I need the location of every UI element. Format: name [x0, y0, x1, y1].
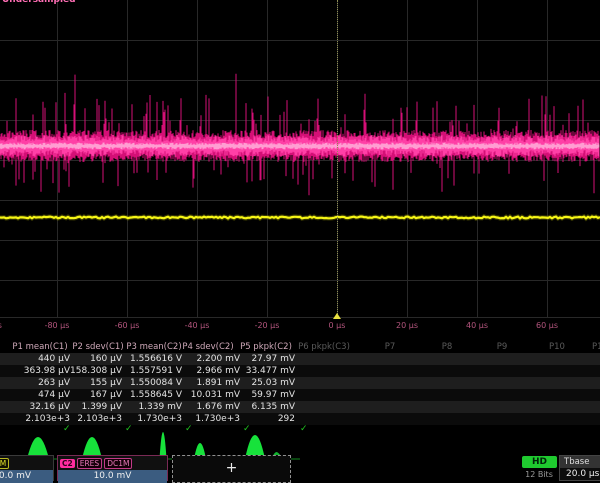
table-cell: 6.135 mV — [215, 402, 295, 412]
table-cell: 27.97 mV — [215, 354, 295, 364]
trigger-time-line — [337, 0, 338, 318]
time-axis: -100 µs -80 µs -60 µs -40 µs -20 µs 0 µs 20 µs… — [0, 318, 600, 334]
c2-label-chip: C2 — [60, 459, 75, 468]
oscilloscope-screen: { "overlay": { "undersampled_label": "Un… — [0, 0, 600, 480]
c2-eres-chip: ERES — [77, 458, 102, 469]
c2-coupling-chip: DC1M — [104, 458, 132, 469]
c2-vdiv-value: 10.0 mV — [58, 470, 167, 483]
time-axis-label: 0 µs — [307, 321, 367, 330]
c1-trace[interactable] — [0, 0, 600, 318]
table-cell: 25.03 mV — [215, 378, 295, 388]
time-axis-label: 20 µs — [377, 321, 437, 330]
measurement-table: 440 µV160 µV1.556616 V2.200 mV27.97 mV36… — [0, 340, 600, 436]
timebase-title: Tbase — [560, 456, 600, 468]
table-cell: 33.477 mV — [215, 366, 295, 376]
time-axis-label: -20 µs — [237, 321, 297, 330]
channel-descriptor-c1[interactable]: DC1M 10.0 mV — [0, 455, 54, 481]
time-axis-label: -40 µs — [167, 321, 227, 330]
time-axis-label: -100 µs — [0, 321, 17, 330]
timebase-descriptor[interactable]: Tbase 20.0 µs — [559, 455, 600, 481]
time-axis-label: 40 µs — [447, 321, 507, 330]
time-axis-label: -60 µs — [97, 321, 157, 330]
trigger-time-marker-icon[interactable] — [333, 313, 341, 319]
c1-coupling-chip: DC1M — [0, 458, 9, 469]
c1-vdiv-value: 10.0 mV — [0, 470, 53, 483]
measurement-header-p11[interactable]: P11 — [555, 342, 600, 352]
time-axis-label: 60 µs — [517, 321, 577, 330]
hd-mode-badge[interactable]: HD — [522, 456, 557, 468]
graticule — [0, 0, 600, 318]
plus-icon: + — [226, 460, 238, 476]
undersampled-warning: Undersampled — [2, 0, 76, 5]
hd-bits-label: 12 Bits — [516, 470, 562, 479]
timebase-tdiv-value: 20.0 µs — [560, 468, 600, 481]
time-axis-label: -80 µs — [27, 321, 87, 330]
add-channel-button[interactable]: + — [172, 455, 291, 483]
table-cell: 59.97 mV — [215, 390, 295, 400]
channel-descriptor-c2[interactable]: C2 ERES DC1M 10.0 mV — [57, 455, 168, 481]
table-cell: 292 — [215, 414, 295, 424]
